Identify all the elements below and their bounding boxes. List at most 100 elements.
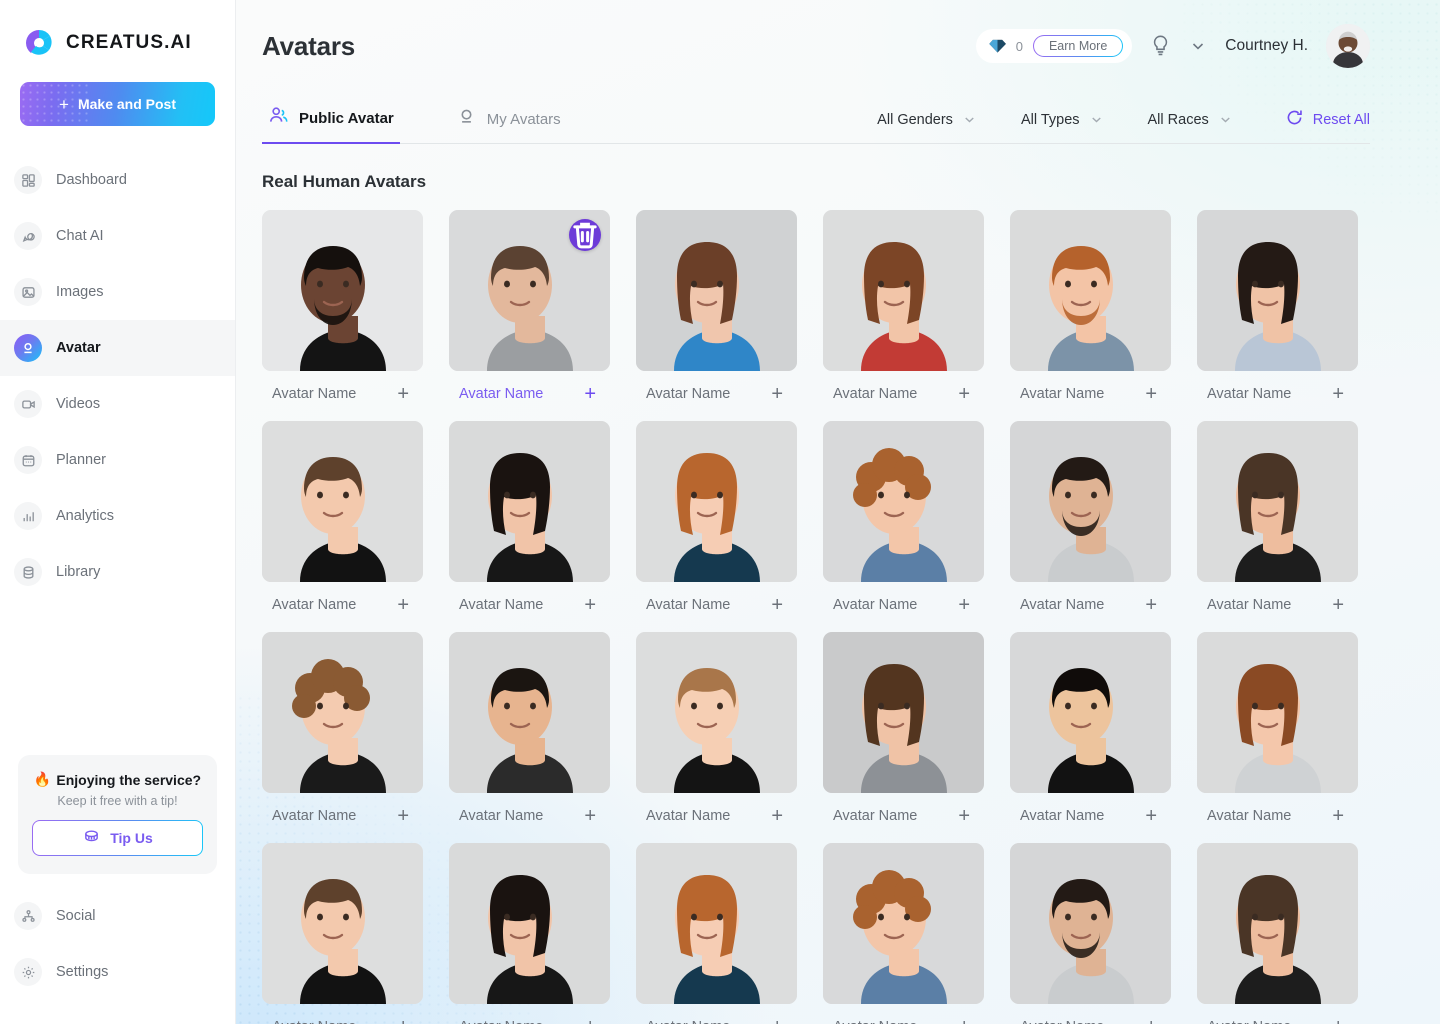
add-avatar-button[interactable]: + bbox=[958, 1017, 978, 1024]
add-avatar-button[interactable]: + bbox=[397, 806, 417, 826]
avatar-thumbnail[interactable] bbox=[636, 421, 797, 582]
make-and-post-button[interactable]: + Make and Post bbox=[20, 82, 215, 126]
avatar-card[interactable]: Avatar Name + bbox=[636, 421, 797, 628]
brand-name: CREATUS.AI bbox=[66, 32, 192, 53]
add-avatar-button[interactable]: + bbox=[1332, 806, 1352, 826]
sidebar-item-images[interactable]: Images bbox=[0, 264, 235, 320]
avatar-thumbnail[interactable] bbox=[823, 421, 984, 582]
avatar-card[interactable]: Avatar Name + bbox=[449, 210, 610, 417]
avatar-card[interactable]: Avatar Name + bbox=[636, 843, 797, 1024]
avatar-card[interactable]: Avatar Name + bbox=[1197, 210, 1358, 417]
reset-all-button[interactable]: Reset All bbox=[1285, 108, 1370, 131]
sidebar-item-videos[interactable]: Videos bbox=[0, 376, 235, 432]
avatar-thumbnail[interactable] bbox=[1010, 210, 1171, 371]
add-avatar-button[interactable]: + bbox=[958, 595, 978, 615]
sidebar-item-social[interactable]: Social bbox=[0, 888, 235, 944]
add-avatar-button[interactable]: + bbox=[584, 806, 604, 826]
tab-my-avatars[interactable]: My Avatars bbox=[450, 106, 567, 143]
avatar-thumbnail[interactable] bbox=[1197, 421, 1358, 582]
add-avatar-button[interactable]: + bbox=[397, 1017, 417, 1024]
add-avatar-button[interactable]: + bbox=[584, 1017, 604, 1024]
add-avatar-button[interactable]: + bbox=[1332, 1017, 1352, 1024]
sidebar-item-library[interactable]: Library bbox=[0, 544, 235, 600]
avatar-thumbnail[interactable] bbox=[636, 632, 797, 793]
avatar-thumbnail[interactable] bbox=[636, 843, 797, 1004]
add-avatar-button[interactable]: + bbox=[584, 384, 604, 404]
avatar-card[interactable]: Avatar Name + bbox=[1010, 632, 1171, 839]
add-avatar-button[interactable]: + bbox=[1145, 806, 1165, 826]
avatar-card-footer: Avatar Name + bbox=[1197, 1004, 1358, 1024]
avatar-thumbnail[interactable] bbox=[449, 421, 610, 582]
avatar-thumbnail[interactable] bbox=[1010, 843, 1171, 1004]
filter-all-races[interactable]: All Races bbox=[1148, 112, 1233, 128]
avatar-thumbnail[interactable] bbox=[1010, 632, 1171, 793]
add-avatar-button[interactable]: + bbox=[771, 1017, 791, 1024]
avatar-card[interactable]: Avatar Name + bbox=[636, 210, 797, 417]
add-avatar-button[interactable]: + bbox=[1145, 1017, 1165, 1024]
filter-all-genders[interactable]: All Genders bbox=[877, 112, 977, 128]
add-avatar-button[interactable]: + bbox=[771, 806, 791, 826]
avatar-card[interactable]: Avatar Name + bbox=[823, 210, 984, 417]
avatar-thumbnail[interactable] bbox=[449, 632, 610, 793]
avatar-card[interactable]: Avatar Name + bbox=[449, 843, 610, 1024]
add-avatar-button[interactable]: + bbox=[1145, 595, 1165, 615]
tip-us-button[interactable]: Tip Us bbox=[32, 820, 203, 856]
add-avatar-button[interactable]: + bbox=[584, 595, 604, 615]
avatar-thumbnail[interactable] bbox=[262, 632, 423, 793]
avatar-card[interactable]: Avatar Name + bbox=[262, 843, 423, 1024]
add-avatar-button[interactable]: + bbox=[397, 595, 417, 615]
avatar-thumbnail[interactable] bbox=[262, 210, 423, 371]
avatar-card[interactable]: Avatar Name + bbox=[1010, 421, 1171, 628]
add-avatar-button[interactable]: + bbox=[1145, 384, 1165, 404]
earn-more-button[interactable]: Earn More bbox=[1033, 35, 1123, 57]
add-avatar-button[interactable]: + bbox=[397, 384, 417, 404]
avatar-thumbnail[interactable] bbox=[823, 843, 984, 1004]
avatar[interactable] bbox=[1326, 24, 1370, 68]
avatar-thumbnail[interactable] bbox=[449, 210, 610, 371]
avatar-thumbnail[interactable] bbox=[262, 421, 423, 582]
avatar-card[interactable]: Avatar Name + bbox=[1010, 843, 1171, 1024]
sidebar-item-settings[interactable]: Settings bbox=[0, 944, 235, 1000]
users-icon bbox=[268, 105, 289, 131]
add-avatar-button[interactable]: + bbox=[958, 806, 978, 826]
add-avatar-button[interactable]: + bbox=[771, 384, 791, 404]
avatar-card[interactable]: Avatar Name + bbox=[823, 632, 984, 839]
sidebar-item-analytics[interactable]: Analytics bbox=[0, 488, 235, 544]
avatar-card[interactable]: Avatar Name + bbox=[262, 210, 423, 417]
avatar-thumbnail[interactable] bbox=[636, 210, 797, 371]
avatar-card[interactable]: Avatar Name + bbox=[823, 843, 984, 1024]
avatar-card[interactable]: Avatar Name + bbox=[636, 632, 797, 839]
avatar-card[interactable]: Avatar Name + bbox=[1010, 210, 1171, 417]
avatar-card[interactable]: Avatar Name + bbox=[262, 632, 423, 839]
avatar-card[interactable]: Avatar Name + bbox=[1197, 843, 1358, 1024]
sidebar-item-chat-ai[interactable]: Chat AI bbox=[0, 208, 235, 264]
avatar-card[interactable]: Avatar Name + bbox=[823, 421, 984, 628]
avatar-thumbnail[interactable] bbox=[1010, 421, 1171, 582]
add-avatar-button[interactable]: + bbox=[958, 384, 978, 404]
add-avatar-button[interactable]: + bbox=[1332, 595, 1352, 615]
avatar-thumbnail[interactable] bbox=[449, 843, 610, 1004]
avatar-thumbnail[interactable] bbox=[262, 843, 423, 1004]
avatar-card[interactable]: Avatar Name + bbox=[1197, 632, 1358, 839]
avatar-thumbnail[interactable] bbox=[823, 210, 984, 371]
trash-icon[interactable] bbox=[569, 219, 601, 251]
avatar-thumbnail[interactable] bbox=[1197, 843, 1358, 1004]
add-avatar-button[interactable]: + bbox=[1332, 384, 1352, 404]
avatar-thumbnail[interactable] bbox=[1197, 632, 1358, 793]
sidebar-item-planner[interactable]: Planner bbox=[0, 432, 235, 488]
sidebar-item-dashboard[interactable]: Dashboard bbox=[0, 152, 235, 208]
chevron-down-icon[interactable] bbox=[1189, 37, 1207, 55]
lightbulb-icon[interactable] bbox=[1150, 34, 1171, 58]
add-avatar-button[interactable]: + bbox=[771, 595, 791, 615]
avatar-name-label: Avatar Name bbox=[646, 597, 731, 613]
avatar-thumbnail[interactable] bbox=[823, 632, 984, 793]
brand[interactable]: CREATUS.AI bbox=[0, 0, 235, 60]
avatar-card[interactable]: Avatar Name + bbox=[262, 421, 423, 628]
avatar-thumbnail[interactable] bbox=[1197, 210, 1358, 371]
avatar-card[interactable]: Avatar Name + bbox=[1197, 421, 1358, 628]
tab-public-avatar[interactable]: Public Avatar bbox=[262, 105, 400, 144]
filter-all-types[interactable]: All Types bbox=[1021, 112, 1104, 128]
avatar-card[interactable]: Avatar Name + bbox=[449, 421, 610, 628]
sidebar-item-avatar[interactable]: Avatar bbox=[0, 320, 235, 376]
avatar-card[interactable]: Avatar Name + bbox=[449, 632, 610, 839]
